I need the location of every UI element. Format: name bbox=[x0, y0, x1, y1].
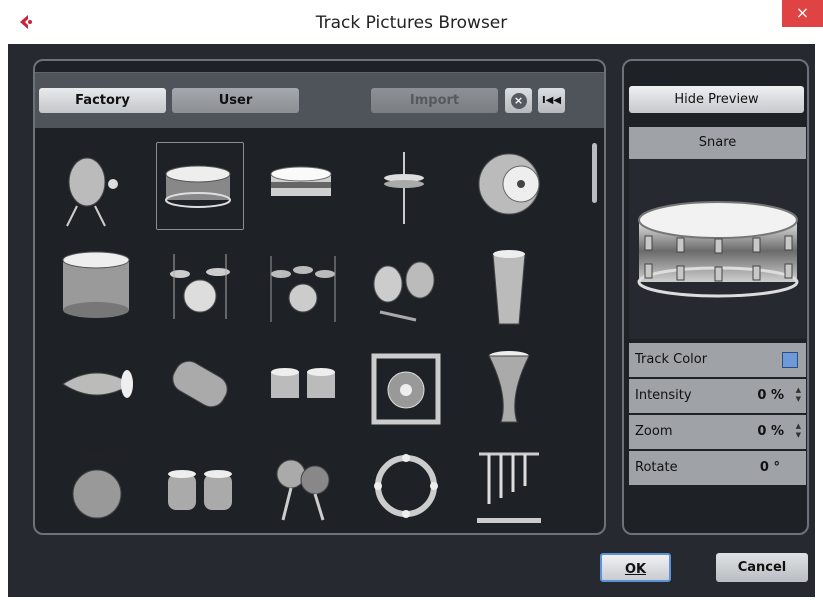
zoom-spinner-icon[interactable]: ▲ ▼ bbox=[796, 422, 801, 440]
drum-kit-icon bbox=[170, 254, 230, 319]
tabla-icon bbox=[168, 470, 232, 510]
title-bar: Track Pictures Browser × bbox=[0, 0, 823, 44]
zoom-row: Zoom 0 % ▲ ▼ bbox=[629, 415, 806, 449]
chimes-icon bbox=[477, 452, 541, 523]
picture-browser-panel: Factory User Import × I◀◀ bbox=[33, 59, 606, 535]
dialog-body: Factory User Import × I◀◀ Hide Preview S… bbox=[8, 44, 815, 597]
intensity-row: Intensity 0 % ▲ ▼ bbox=[629, 379, 806, 413]
track-color-swatch[interactable] bbox=[782, 352, 798, 368]
intensity-label: Intensity bbox=[635, 388, 692, 403]
hihat-stand-icon bbox=[384, 152, 424, 224]
vertical-scrollbar[interactable] bbox=[592, 143, 597, 523]
snare-chrome-icon bbox=[270, 166, 332, 196]
factory-tab[interactable]: Factory bbox=[39, 88, 166, 113]
skip-start-icon: I◀◀ bbox=[541, 95, 562, 106]
ok-label: OK bbox=[624, 562, 647, 577]
hide-preview-button[interactable]: Hide Preview bbox=[629, 86, 804, 113]
picture-cell[interactable] bbox=[362, 342, 450, 430]
zoom-label: Zoom bbox=[635, 424, 673, 439]
bass-drum-stand-icon bbox=[66, 157, 118, 227]
track-color-row: Track Color bbox=[629, 343, 806, 377]
mridangam-icon bbox=[62, 370, 133, 398]
rotate-label: Rotate bbox=[635, 460, 678, 475]
tambourine-icon bbox=[374, 454, 438, 518]
snare-icon bbox=[165, 165, 231, 208]
conga-icon bbox=[492, 250, 526, 325]
track-pictures-browser-window: Track Pictures Browser × Factory User Im… bbox=[0, 0, 823, 603]
picture-cell[interactable] bbox=[53, 342, 141, 430]
picture-preview bbox=[629, 159, 806, 339]
intensity-value[interactable]: 0 % bbox=[757, 388, 784, 403]
picture-cell[interactable] bbox=[156, 142, 244, 230]
picture-cell[interactable] bbox=[465, 242, 553, 330]
scrollbar-thumb[interactable] bbox=[592, 143, 597, 203]
rotate-value[interactable]: 0 ° bbox=[760, 460, 780, 475]
picture-cell[interactable] bbox=[465, 442, 553, 530]
picture-cell[interactable] bbox=[53, 242, 141, 330]
close-button[interactable]: × bbox=[782, 0, 823, 27]
picture-cell[interactable] bbox=[465, 342, 553, 430]
picture-cell[interactable] bbox=[156, 242, 244, 330]
maracas-icon bbox=[276, 459, 330, 521]
cancel-button[interactable]: Cancel bbox=[716, 553, 808, 582]
picture-cell[interactable] bbox=[53, 442, 141, 530]
picture-grid bbox=[38, 132, 588, 531]
track-color-label: Track Color bbox=[635, 352, 708, 367]
picture-cell[interactable] bbox=[259, 242, 347, 330]
snare-preview-icon bbox=[637, 201, 798, 298]
zoom-value[interactable]: 0 % bbox=[757, 424, 784, 439]
browser-toolbar: Factory User Import × I◀◀ bbox=[35, 72, 604, 128]
window-title: Track Pictures Browser bbox=[315, 13, 508, 33]
bongos-icon bbox=[271, 368, 335, 398]
shaker-gourd-icon bbox=[70, 453, 124, 519]
picture-cell[interactable] bbox=[259, 142, 347, 230]
cymbal-icon bbox=[478, 153, 540, 215]
dholak-icon bbox=[172, 360, 228, 408]
picture-cell[interactable] bbox=[362, 142, 450, 230]
ok-button[interactable]: OK bbox=[600, 553, 671, 582]
gong-icon bbox=[371, 353, 441, 425]
user-tab[interactable]: User bbox=[172, 88, 299, 113]
picture-cell[interactable] bbox=[53, 142, 141, 230]
picture-cell[interactable] bbox=[156, 442, 244, 530]
delete-icon: × bbox=[510, 93, 527, 109]
picture-cell[interactable] bbox=[259, 442, 347, 530]
selected-picture-name: Snare bbox=[629, 127, 806, 159]
rotate-row: Rotate 0 ° bbox=[629, 451, 806, 485]
picture-cell[interactable] bbox=[465, 142, 553, 230]
intensity-spinner-icon[interactable]: ▲ ▼ bbox=[796, 386, 801, 404]
djembe-icon bbox=[488, 351, 530, 423]
drum-kit-large-icon bbox=[270, 256, 336, 322]
floor-tom-icon bbox=[62, 251, 130, 318]
cancel-label: Cancel bbox=[737, 560, 787, 575]
preview-panel: Hide Preview Snare Track Color Intensity… bbox=[622, 59, 809, 535]
delete-button[interactable]: × bbox=[505, 88, 532, 113]
picture-cell[interactable] bbox=[362, 442, 450, 530]
picture-cell[interactable] bbox=[362, 242, 450, 330]
picture-cell[interactable] bbox=[259, 342, 347, 430]
percussion-set-icon bbox=[373, 261, 435, 322]
import-button[interactable]: Import bbox=[371, 88, 498, 113]
reset-button[interactable]: I◀◀ bbox=[538, 88, 565, 113]
picture-cell[interactable] bbox=[156, 342, 244, 430]
